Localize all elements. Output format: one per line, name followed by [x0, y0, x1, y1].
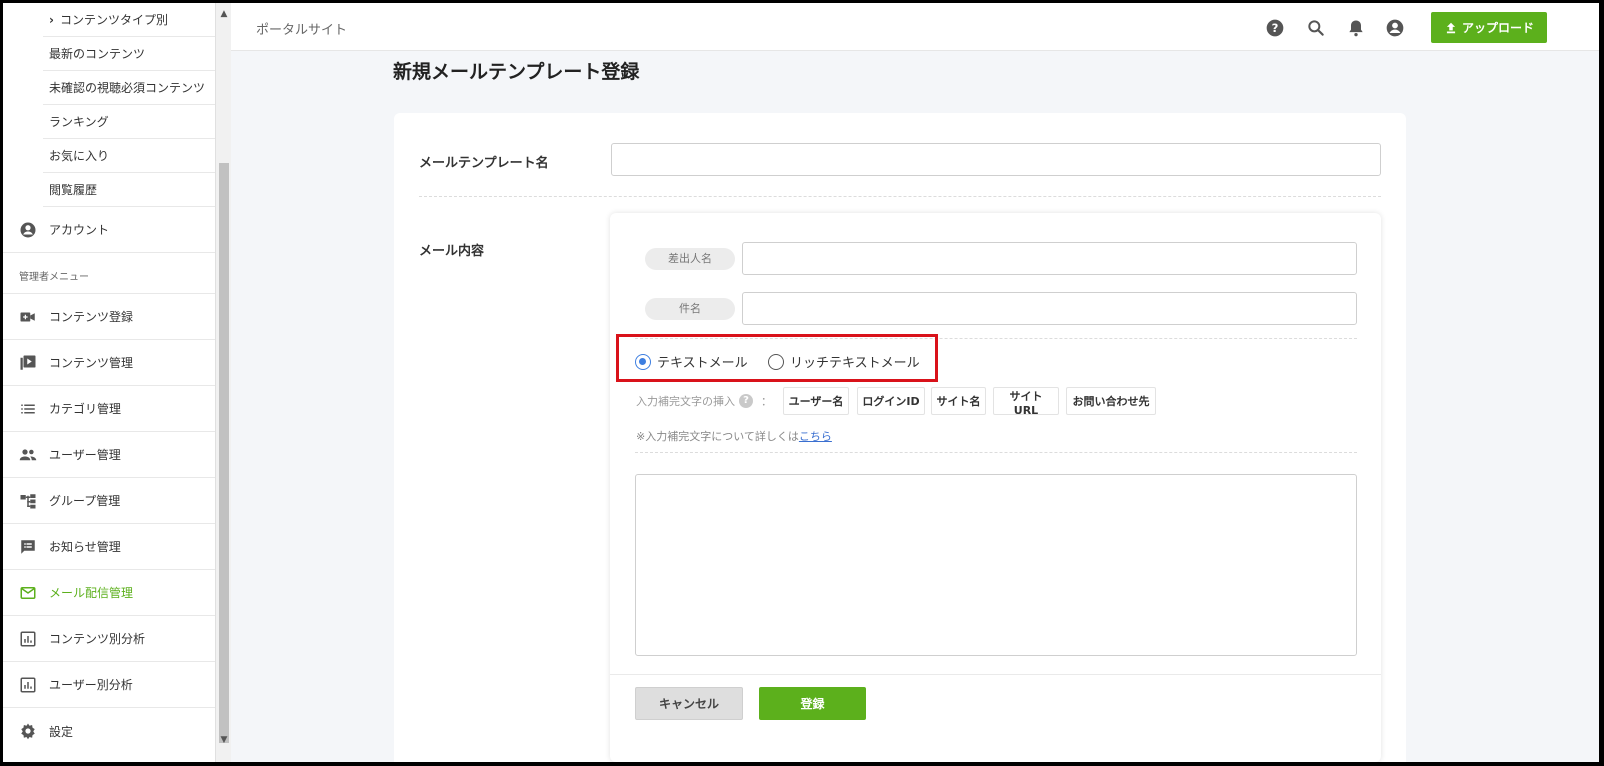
sidebar-item-ranking[interactable]: ランキング: [43, 105, 215, 139]
sidebar-item-group-manage[interactable]: グループ管理: [3, 478, 215, 524]
note-text: ※入力補完文字について詳しくは: [636, 430, 799, 443]
insert-tag-site-name[interactable]: サイト名: [931, 387, 986, 415]
sidebar-item-content-analysis[interactable]: コンテンツ別分析: [3, 616, 215, 662]
sidebar-item-label: カテゴリ管理: [49, 402, 122, 416]
video-camera-icon: [19, 308, 37, 326]
sidebar-item-news-manage[interactable]: お知らせ管理: [3, 524, 215, 570]
sidebar-item-favorites[interactable]: お気に入り: [43, 139, 215, 173]
register-button[interactable]: 登録: [759, 687, 866, 720]
site-name[interactable]: ポータルサイト: [256, 19, 347, 38]
svg-text:?: ?: [1272, 21, 1279, 35]
mail-body-textarea[interactable]: [635, 474, 1357, 656]
sidebar-item-label: コンテンツタイプ別: [59, 13, 168, 27]
sidebar-item-account[interactable]: アカウント: [3, 207, 215, 253]
sender-input[interactable]: [742, 242, 1357, 275]
template-name-input[interactable]: [611, 143, 1381, 176]
divider: [635, 452, 1357, 453]
sidebar-item-label: 設定: [49, 724, 74, 739]
video-library-icon: [19, 354, 37, 372]
chart-icon: [19, 676, 37, 694]
upload-button[interactable]: アップロード: [1431, 12, 1547, 43]
sidebar-item-content-type[interactable]: › コンテンツタイプ別: [43, 3, 215, 37]
content-label: メール内容: [419, 244, 485, 259]
mail-icon: [19, 584, 37, 602]
sidebar-item-user-analysis[interactable]: ユーザー別分析: [3, 662, 215, 708]
user-icon[interactable]: [1385, 18, 1405, 38]
insert-separator: ：: [761, 395, 772, 408]
tree-icon: [19, 492, 37, 510]
sidebar-item-label: アカウント: [49, 223, 110, 237]
subject-input[interactable]: [742, 292, 1357, 325]
radio-label: リッチテキストメール: [790, 356, 920, 371]
divider: [419, 196, 1381, 197]
top-header: ポータルサイト ? アップロード: [231, 3, 1599, 51]
sidebar-item-content-manage[interactable]: コンテンツ管理: [3, 340, 215, 386]
sidebar-item-label: お気に入り: [49, 149, 110, 163]
sidebar-item-unwatched-required[interactable]: 未確認の視聴必須コンテンツ: [43, 71, 215, 105]
sidebar-item-content-register[interactable]: コンテンツ登録: [3, 294, 215, 340]
sidebar-item-label: グループ管理: [49, 494, 121, 508]
insert-tag-user-name[interactable]: ユーザー名: [783, 387, 849, 415]
sender-label: 差出人名: [645, 248, 735, 270]
account-circle-icon: [19, 221, 37, 239]
scroll-down-icon[interactable]: ▼: [216, 733, 232, 747]
admin-section-label: 管理者メニュー: [19, 272, 89, 283]
radio-text-mail[interactable]: テキストメール: [635, 352, 748, 371]
sidebar-scrollbar[interactable]: ▲ ▼: [215, 3, 231, 762]
sidebar-item-label: ユーザー別分析: [49, 678, 133, 692]
sidebar-item-label: ユーザー管理: [49, 448, 121, 462]
upload-icon: [1446, 22, 1456, 33]
sidebar-item-label: 閲覧履歴: [49, 183, 98, 197]
insert-tag-contact[interactable]: お問い合わせ先: [1066, 387, 1156, 415]
sidebar-item-label: メール配信管理: [49, 586, 134, 600]
sidebar-item-label: 未確認の視聴必須コンテンツ: [49, 81, 206, 95]
sidebar-item-label: 最新のコンテンツ: [49, 47, 146, 61]
insert-note: ※入力補完文字について詳しくはこちら: [636, 428, 832, 444]
chevron-right-icon: ›: [49, 13, 54, 27]
insert-tag-login-id[interactable]: ログインID: [857, 387, 925, 415]
page-title: 新規メールテンプレート登録: [393, 61, 640, 83]
app-frame: › コンテンツタイプ別 最新のコンテンツ 未確認の視聴必須コンテンツ ランキング …: [3, 3, 1599, 762]
sidebar-item-history[interactable]: 閲覧履歴: [43, 173, 215, 207]
list-icon: [19, 400, 37, 418]
divider: [610, 674, 1381, 675]
scroll-up-icon[interactable]: ▲: [216, 7, 232, 21]
sidebar: › コンテンツタイプ別 最新のコンテンツ 未確認の視聴必須コンテンツ ランキング …: [3, 3, 215, 762]
sidebar-item-latest[interactable]: 最新のコンテンツ: [43, 37, 215, 71]
sidebar-item-user-manage[interactable]: ユーザー管理: [3, 432, 215, 478]
insert-label-text: 入力補完文字の挿入: [636, 395, 735, 408]
sidebar-item-label: ランキング: [49, 115, 109, 129]
sidebar-item-mail-manage[interactable]: メール配信管理: [3, 570, 215, 616]
announcement-icon: [19, 538, 37, 556]
cancel-button[interactable]: キャンセル: [635, 687, 743, 720]
bell-icon[interactable]: [1346, 18, 1366, 38]
chart-icon: [19, 630, 37, 648]
sidebar-item-settings[interactable]: 設定: [3, 708, 215, 754]
gear-icon: [19, 722, 37, 740]
scrollbar-thumb[interactable]: [219, 163, 229, 743]
sidebar-item-label: コンテンツ登録: [49, 310, 134, 324]
radio-unselected-icon: [768, 353, 784, 370]
upload-label: アップロード: [1461, 21, 1534, 35]
insert-label: 入力補完文字の挿入 ? ：: [636, 393, 772, 409]
help-icon[interactable]: ?: [1265, 18, 1285, 38]
search-icon[interactable]: [1306, 18, 1326, 38]
sidebar-item-category-manage[interactable]: カテゴリ管理: [3, 386, 215, 432]
sidebar-item-label: コンテンツ別分析: [49, 632, 146, 646]
radio-rich-text-mail[interactable]: リッチテキストメール: [768, 352, 920, 371]
subject-label: 件名: [645, 298, 735, 320]
sidebar-item-label: コンテンツ管理: [49, 356, 134, 370]
note-link[interactable]: こちら: [799, 430, 832, 443]
sidebar-item-label: お知らせ管理: [49, 540, 121, 554]
insert-tag-site-url[interactable]: サイトURL: [993, 387, 1059, 417]
radio-label: テキストメール: [657, 356, 748, 371]
people-icon: [19, 446, 37, 464]
help-icon[interactable]: ?: [739, 394, 753, 408]
radio-selected-icon: [635, 353, 651, 370]
template-name-label: メールテンプレート名: [419, 156, 549, 171]
